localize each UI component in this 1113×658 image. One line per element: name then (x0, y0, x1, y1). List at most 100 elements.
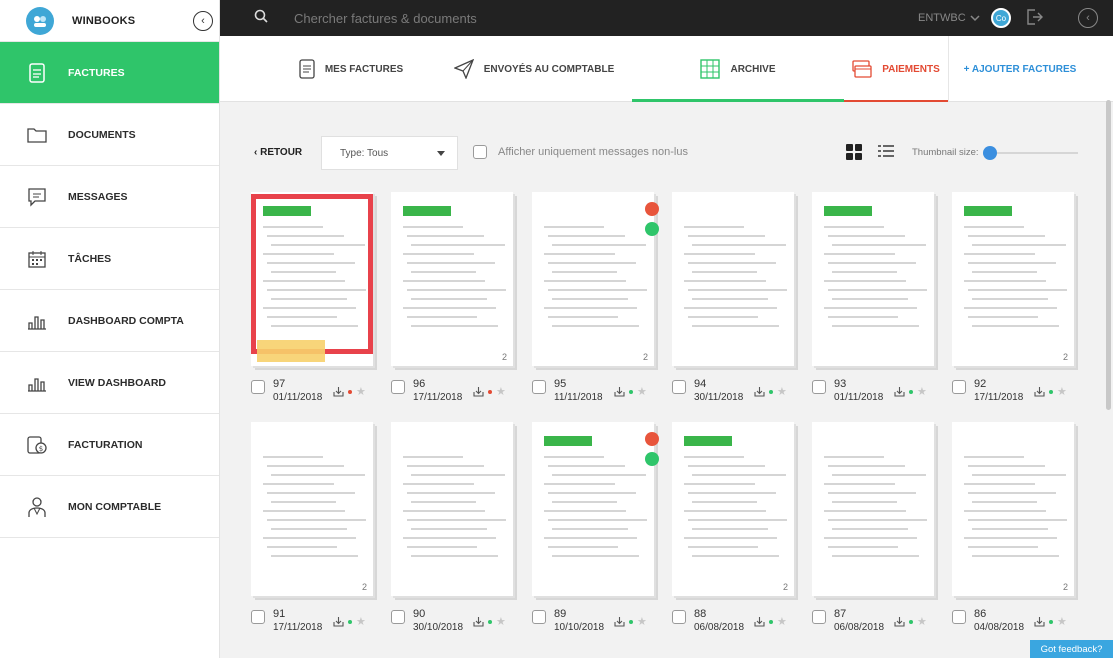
thumbnail-line (688, 546, 758, 548)
card-checkbox[interactable] (532, 380, 546, 394)
thumbnail-line (964, 483, 1035, 485)
search-icon[interactable] (254, 9, 268, 28)
card-checkbox[interactable] (812, 610, 826, 624)
card-checkbox[interactable] (672, 610, 686, 624)
download-icon[interactable] (473, 616, 484, 627)
invoice-card[interactable]: 2 95 11/11/2018 ★ (501, 182, 659, 403)
thumbnail-line (271, 501, 336, 503)
back-icon[interactable]: ‹ (1078, 8, 1098, 28)
type-filter-select[interactable]: Type: Tous (321, 136, 458, 170)
list-view-icon[interactable] (877, 143, 895, 164)
card-checkbox[interactable] (532, 610, 546, 624)
archive-grid: 97 01/11/2018 ★ 2 96 17/11/2018 ★ 2 95 11/11/2018… (220, 182, 1113, 658)
invoice-card[interactable]: 2 91 17/11/2018 ★ (220, 412, 373, 633)
invoice-thumbnail[interactable]: 2 (391, 192, 513, 366)
thumbnail-line (964, 307, 1057, 309)
unread-checkbox[interactable] (473, 145, 487, 159)
search-input[interactable] (294, 10, 694, 26)
thumbnail-line (552, 474, 646, 476)
invoice-card[interactable]: 87 06/08/2018 ★ (781, 412, 934, 633)
invoice-date: 06/08/2018 (834, 622, 885, 633)
star-icon[interactable]: ★ (1057, 385, 1067, 398)
tab-paiements[interactable]: PAIEMENTS (844, 36, 948, 102)
card-checkbox[interactable] (952, 610, 966, 624)
thumbnail-line (964, 510, 1046, 512)
logout-icon[interactable] (1025, 8, 1043, 31)
unread-filter[interactable]: Afficher uniquement messages non-lus (473, 145, 688, 159)
thumbnail-line (688, 289, 787, 291)
card-checkbox[interactable] (251, 380, 265, 394)
invoice-thumbnail[interactable]: 2 (952, 192, 1074, 366)
collapse-sidebar-icon[interactable]: ‹ (193, 11, 213, 31)
sidebar-item-messages[interactable]: MESSAGES (0, 166, 219, 228)
star-icon[interactable]: ★ (1057, 615, 1067, 628)
account-switcher[interactable]: ENTWBC (918, 12, 980, 24)
card-checkbox[interactable] (952, 380, 966, 394)
download-icon[interactable] (473, 386, 484, 397)
download-icon[interactable] (894, 616, 905, 627)
invoice-card[interactable]: 2 92 17/11/2018 ★ (921, 182, 1074, 403)
card-checkbox[interactable] (391, 380, 405, 394)
card-checkbox[interactable] (391, 610, 405, 624)
sidebar-item-mon-comptable[interactable]: MON COMPTABLE (0, 476, 219, 538)
invoice-thumbnail[interactable]: 2 (952, 422, 1074, 596)
thumbnail-line (968, 235, 1045, 237)
thumbnail-line (832, 501, 897, 503)
avatar[interactable]: Co (991, 8, 1011, 28)
feedback-button[interactable]: Got feedback? (1030, 640, 1113, 658)
invoice-card[interactable]: 94 30/11/2018 ★ (641, 182, 794, 403)
thumbnail-line (688, 316, 758, 318)
sidebar-item-factures[interactable]: FACTURES (0, 42, 219, 104)
thumbnail-line (828, 519, 927, 521)
back-button[interactable]: ‹ RETOUR (254, 147, 302, 158)
add-factures-button[interactable]: + AJOUTER FACTURES (948, 36, 1091, 102)
invoice-thumbnail[interactable]: 2 (672, 422, 794, 596)
folder-icon (26, 124, 48, 146)
invoice-card[interactable]: 97 01/11/2018 ★ (220, 182, 373, 403)
invoice-card[interactable]: 2 88 06/08/2018 ★ (641, 412, 794, 633)
thumbnail-line (684, 226, 744, 228)
card-checkbox[interactable] (672, 380, 686, 394)
tab-mes-factures[interactable]: MES FACTURES (266, 36, 436, 102)
thumbnail-line (403, 253, 474, 255)
thumbnail-line (828, 492, 916, 494)
invoice-card[interactable]: 89 10/10/2018 ★ (501, 412, 659, 633)
thumbnail-size-slider[interactable] (983, 146, 1078, 160)
invoice-card[interactable]: 2 86 04/08/2018 ★ (921, 412, 1074, 633)
invoice-thumbnail[interactable]: 2 (532, 192, 654, 366)
download-icon[interactable] (894, 386, 905, 397)
download-icon[interactable] (1034, 386, 1045, 397)
thumbnail-line (972, 325, 1059, 327)
download-icon[interactable] (754, 616, 765, 627)
invoice-card[interactable]: 93 01/11/2018 ★ (781, 182, 934, 403)
slider-knob[interactable] (983, 146, 997, 160)
invoice-thumbnail[interactable] (532, 422, 654, 596)
thumbnail-line (544, 537, 637, 539)
grid-view-icon[interactable] (845, 143, 863, 166)
sidebar-item-facturation[interactable]: $ FACTURATION (0, 414, 219, 476)
invoice-card[interactable]: 2 96 17/11/2018 ★ (360, 182, 513, 403)
download-icon[interactable] (333, 386, 344, 397)
invoice-thumbnail[interactable]: 2 (251, 422, 373, 596)
card-checkbox[interactable] (812, 380, 826, 394)
sidebar-item-documents[interactable]: DOCUMENTS (0, 104, 219, 166)
download-icon[interactable] (333, 616, 344, 627)
sidebar-item-taches[interactable]: TÂCHES (0, 228, 219, 290)
card-checkbox[interactable] (251, 610, 265, 624)
download-icon[interactable] (614, 386, 625, 397)
invoice-thumbnail[interactable] (391, 422, 513, 596)
tab-label: PAIEMENTS (882, 63, 940, 75)
sidebar-item-view-dashboard[interactable]: VIEW DASHBOARD (0, 352, 219, 414)
tab-envoyes[interactable]: ENVOYÉS AU COMPTABLE (436, 36, 632, 102)
invoice-card[interactable]: 90 30/10/2018 ★ (360, 412, 513, 633)
scrollbar[interactable] (1106, 100, 1111, 410)
download-icon[interactable] (754, 386, 765, 397)
download-icon[interactable] (1034, 616, 1045, 627)
invoice-thumbnail[interactable] (812, 422, 934, 596)
sidebar-item-label: DASHBOARD COMPTA (68, 314, 184, 327)
tab-archive[interactable]: ARCHIVE (632, 36, 844, 102)
invoice-thumbnail[interactable] (672, 192, 794, 366)
invoice-thumbnail[interactable] (812, 192, 934, 366)
sidebar-item-dashboard-compta[interactable]: DASHBOARD COMPTA (0, 290, 219, 352)
download-icon[interactable] (614, 616, 625, 627)
